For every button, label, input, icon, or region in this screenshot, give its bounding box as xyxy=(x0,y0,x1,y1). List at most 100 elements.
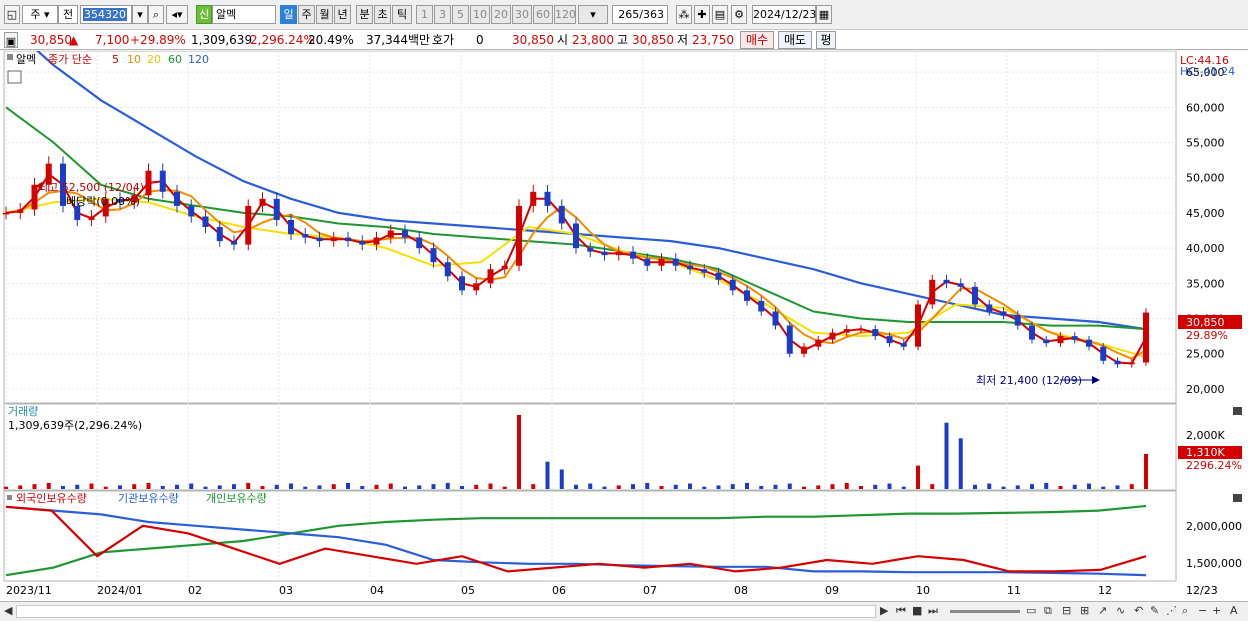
table-icon[interactable] xyxy=(7,70,22,84)
volume-panel-close-icon[interactable] xyxy=(1233,407,1242,415)
hc-label: HC:-41.24 xyxy=(1180,65,1235,78)
ma20-legend[interactable]: 20 xyxy=(147,53,161,66)
panel-menu-icon[interactable] xyxy=(7,54,13,60)
candle-body xyxy=(245,205,252,245)
period-month[interactable]: 월 xyxy=(316,5,333,24)
candle-body xyxy=(3,212,9,215)
save-icon[interactable]: ▤ xyxy=(712,5,728,24)
candle-body xyxy=(772,311,779,326)
volume-bar xyxy=(1058,486,1063,489)
holding-panel xyxy=(3,490,1177,582)
period-day[interactable]: 일 xyxy=(280,5,297,24)
price-tick-label: 60,000 xyxy=(1186,101,1225,114)
buy-button[interactable]: 매수 xyxy=(740,31,774,49)
code-dropdown-icon[interactable]: ▾ xyxy=(132,5,148,24)
edit-icon[interactable]: ✎ xyxy=(1150,604,1159,618)
candle-body xyxy=(359,241,366,245)
zoom-in-icon[interactable]: + xyxy=(1212,604,1221,618)
scroll-right-icon[interactable]: ▶ xyxy=(880,604,888,618)
holding-panel-close-icon[interactable] xyxy=(1233,494,1242,502)
candle-body xyxy=(273,198,280,220)
layout-icon[interactable]: ▭ xyxy=(1026,604,1036,618)
institution-legend[interactable]: 기관보유수량 xyxy=(118,492,179,505)
candle-body xyxy=(88,216,95,220)
zoom-out-icon[interactable]: − xyxy=(1198,604,1207,618)
ma60-legend[interactable]: 60 xyxy=(168,53,182,66)
calendar-icon[interactable]: ▦ xyxy=(816,5,832,24)
candle-body xyxy=(929,279,936,305)
period-year[interactable]: 년 xyxy=(334,5,351,24)
settings-icon[interactable]: ▣ xyxy=(4,32,18,48)
turnover-ratio: 20.49% xyxy=(308,33,354,47)
zoom-icon[interactable]: ⌕ xyxy=(1182,604,1188,618)
minute-30[interactable]: 30 xyxy=(512,5,532,24)
date-field[interactable]: 2024/12/23 xyxy=(752,5,816,24)
minute-10[interactable]: 10 xyxy=(470,5,490,24)
volume-bar xyxy=(517,414,521,489)
period-tick[interactable]: 틱 xyxy=(392,5,412,24)
candle-body xyxy=(216,227,223,242)
code-input[interactable]: 354320 xyxy=(80,5,132,24)
volume-bar xyxy=(431,484,436,489)
window-icon[interactable]: ◱ xyxy=(4,5,20,24)
tile-icon[interactable]: ⊞ xyxy=(1080,604,1089,618)
window-split-icon[interactable]: ⊟ xyxy=(1062,604,1071,618)
period-second[interactable]: 초 xyxy=(374,5,391,24)
individual-legend[interactable]: 개인보유수량 xyxy=(206,492,267,505)
market-select[interactable]: 전 xyxy=(58,5,78,24)
minute-20[interactable]: 20 xyxy=(491,5,511,24)
last-icon[interactable]: ⏭ xyxy=(928,604,938,618)
undo-icon[interactable]: ↶ xyxy=(1134,604,1143,618)
minute-5[interactable]: 5 xyxy=(452,5,469,24)
volume-bar xyxy=(958,438,963,489)
minute-120[interactable]: 120 xyxy=(554,5,576,24)
crosshair-icon[interactable]: ✚ xyxy=(694,5,710,24)
chart-area[interactable]: 65,000 60,000 55,000 50,000 45,000 40,000 35,0… xyxy=(0,21,1248,601)
candle-body xyxy=(459,276,465,291)
candle-body xyxy=(387,230,394,238)
zoom-slider[interactable] xyxy=(950,610,1020,613)
first-icon[interactable]: ⏮ xyxy=(896,604,906,618)
volume-bar xyxy=(901,486,906,489)
ma10-legend[interactable]: 10 xyxy=(127,53,141,66)
volume-bar xyxy=(787,483,792,489)
chart-canvas[interactable]: 65,00060,00055,00050,00045,00040,00035,0… xyxy=(0,21,1248,601)
volume-bar xyxy=(1087,483,1091,489)
minute-1[interactable]: 1 xyxy=(416,5,433,24)
type-select[interactable]: 주 ▾ xyxy=(22,5,58,24)
indicator-icon[interactable]: ∿ xyxy=(1116,604,1125,618)
candle-body xyxy=(402,230,408,238)
scroll-left-icon[interactable]: ◀ xyxy=(4,604,12,618)
foreign-legend[interactable]: 외국인보유수량 xyxy=(16,492,87,505)
holding-menu-icon[interactable] xyxy=(7,495,12,500)
period-week[interactable]: 주 xyxy=(298,5,315,24)
sell-button[interactable]: 매도 xyxy=(778,31,812,49)
candle-body xyxy=(1128,362,1135,365)
pattern-icon[interactable]: ⋰ xyxy=(1166,604,1177,618)
volume-bar xyxy=(4,486,8,489)
ma120-legend[interactable]: 120 xyxy=(188,53,209,66)
search-icon[interactable]: ⌕ xyxy=(148,5,164,24)
time-tick-label: 11 xyxy=(1007,584,1021,597)
speaker-icon[interactable]: ◂▾ xyxy=(166,5,188,24)
count-field[interactable]: 265/363 xyxy=(612,5,668,24)
font-size-icon[interactable]: A xyxy=(1230,604,1238,618)
gear-icon[interactable]: ⚙ xyxy=(731,5,747,24)
minute-3[interactable]: 3 xyxy=(434,5,451,24)
period-minute[interactable]: 분 xyxy=(356,5,373,24)
bottom-scrollbar[interactable]: ◀ ▶ ⏮ ■ ⏭ ▭ ⧉ ⊟ ⊞ ↗ ∿ ↶ ✎ ⋰ ⌕ − + A xyxy=(0,601,1248,621)
split-icon[interactable]: ⁂ xyxy=(676,5,692,24)
scroll-track[interactable] xyxy=(16,605,876,618)
stock-name-field[interactable]: 알멕 xyxy=(212,5,276,24)
minute-custom-select[interactable]: ▾ xyxy=(578,5,608,24)
minute-60[interactable]: 60 xyxy=(533,5,553,24)
evaluate-button[interactable]: 평 xyxy=(816,31,836,49)
copy-icon[interactable]: ⧉ xyxy=(1044,604,1052,618)
ma5-legend[interactable]: 5 xyxy=(112,53,119,66)
draw-line-icon[interactable]: ↗ xyxy=(1098,604,1107,618)
volume-bar xyxy=(331,484,336,489)
stop-icon[interactable]: ■ xyxy=(912,604,922,618)
volume-bar xyxy=(274,484,279,489)
last-percent-text: 29.89% xyxy=(1186,329,1228,342)
volume-bar xyxy=(973,484,977,489)
